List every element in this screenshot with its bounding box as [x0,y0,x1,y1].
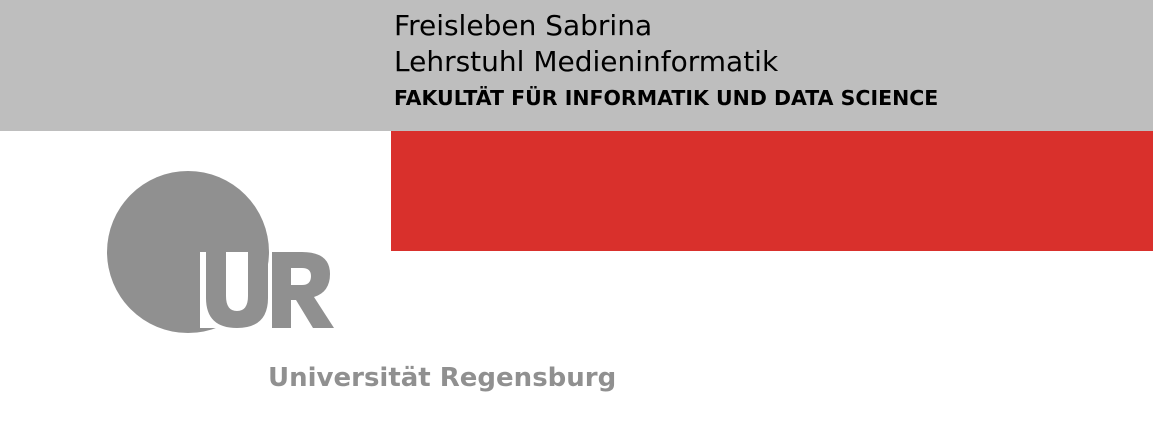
logo-cutout [200,252,268,328]
logo-circle [107,171,269,333]
letterhead-page: Freisleben Sabrina Lehrstuhl Medieninfor… [0,0,1153,423]
university-name: Universität Regensburg [268,363,617,393]
faculty-name: FAKULTÄT FÜR INFORMATIK UND DATA SCIENCE [394,86,939,110]
logo-letter-r [272,252,334,328]
red-accent-block [391,131,1153,251]
chair-name: Lehrstuhl Medieninformatik [394,45,779,78]
person-name: Freisleben Sabrina [394,9,653,42]
header-text-block: Freisleben Sabrina Lehrstuhl Medieninfor… [394,8,938,116]
logo-letter-u [206,252,268,328]
